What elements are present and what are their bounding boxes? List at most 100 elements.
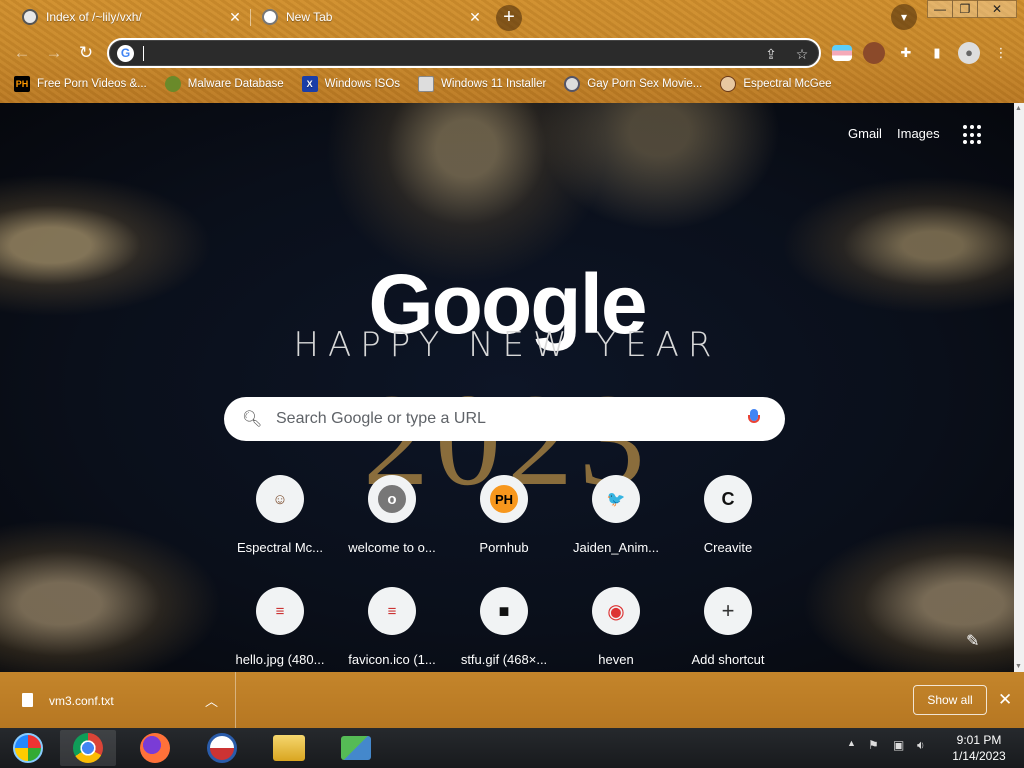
address-input[interactable] [142, 43, 742, 63]
start-button[interactable] [0, 730, 56, 766]
shortcut-favicon: ≡ [256, 587, 304, 635]
shortcut-label: Creavite [703, 540, 753, 555]
bookmark-label: Espectral McGee [743, 78, 832, 90]
shortcut-label: heven [598, 652, 634, 667]
customize-pencil-icon[interactable]: ✎ [966, 631, 979, 651]
network-status-icon[interactable]: ▣ [893, 738, 904, 752]
close-shelf-icon[interactable]: ✕ [998, 690, 1012, 710]
taskbar-firefox[interactable] [127, 730, 183, 766]
bookmark-label: Windows ISOs [324, 78, 401, 90]
reload-icon[interactable]: ↻ [74, 41, 98, 65]
download-item[interactable]: vm3.conf.txt ︿ [0, 672, 236, 728]
bookmark-star-icon[interactable]: ☆ [792, 44, 812, 64]
folder-icon: ■ [480, 587, 528, 635]
bookmark-free-porn-videos[interactable]: PH Free Porn Videos &... [14, 76, 147, 92]
forward-arrow-icon[interactable]: → [42, 41, 66, 65]
network-icon [341, 736, 371, 760]
images-link[interactable]: Images [897, 126, 940, 141]
new-tab-page: Gmail Images 2023 Google HAPPY NEW YEAR … [0, 103, 1014, 672]
microphone-icon[interactable] [748, 409, 760, 429]
taskbar-network-app[interactable] [328, 730, 384, 766]
shortcut-label: stfu.gif (468×... [460, 652, 548, 667]
side-panel-icon[interactable]: ▮ [926, 42, 948, 64]
tab-index-of-lily[interactable]: Index of /~lily/vxh/ ✕ [12, 0, 244, 34]
shortcut-jaiden-animations[interactable]: 🐦 Jaiden_Anim... [560, 475, 672, 587]
shortcut-hello-jpg[interactable]: ≡ hello.jpg (480... [224, 587, 336, 672]
ntp-search-box[interactable]: 🔍︎ Search Google or type a URL [224, 397, 785, 441]
action-center-flag-icon[interactable]: ⚑ [868, 738, 879, 752]
shortcut-welcome[interactable]: o welcome to o... [336, 475, 448, 587]
x-icon: X [301, 76, 318, 92]
text-caret [143, 46, 144, 61]
shortcut-label: Add shortcut [691, 652, 765, 667]
shortcut-label: hello.jpg (480... [235, 652, 325, 667]
search-placeholder: Search Google or type a URL [276, 410, 486, 427]
shortcut-stfu-gif[interactable]: ■ stfu.gif (468×... [448, 587, 560, 672]
gmail-link[interactable]: Gmail [848, 126, 882, 141]
system-clock[interactable]: 9:01 PM 1/14/2023 [942, 732, 1016, 764]
share-icon[interactable]: ⇪ [761, 44, 781, 64]
back-arrow-icon[interactable]: ← [10, 41, 34, 65]
tab-favicon [22, 9, 38, 25]
volume-icon[interactable]: 🔉︎ [917, 738, 925, 753]
extension-avatar-icon[interactable] [863, 42, 885, 64]
chrome-icon [73, 733, 103, 763]
address-bar[interactable]: G ⇪ ☆ [107, 38, 821, 68]
shortcut-favicon-ico[interactable]: ≡ favicon.ico (1... [336, 587, 448, 672]
bookmark-windows-11-installer[interactable]: Windows 11 Installer [418, 76, 546, 92]
tab-separator [250, 9, 251, 26]
vertical-scrollbar[interactable]: ▲ ▼ [1014, 103, 1024, 672]
clock-date: 1/14/2023 [952, 749, 1006, 763]
extensions-puzzle-icon[interactable]: ✚ [895, 42, 917, 64]
minimize-button[interactable]: — [927, 0, 953, 18]
chrome-menu-icon[interactable]: ⋮ [990, 42, 1012, 64]
scroll-down-icon[interactable]: ▼ [1015, 663, 1022, 670]
browser-frame: Index of /~lily/vxh/ ✕ New Tab ✕ + ▾ — ❐… [0, 0, 1024, 103]
profile-avatar-icon[interactable]: ● [958, 42, 980, 64]
google-apps-grid-icon[interactable] [963, 125, 983, 145]
show-hidden-icons[interactable]: ▲ [847, 738, 856, 748]
bookmark-label: Free Porn Videos &... [37, 78, 147, 90]
bookmark-label: Malware Database [187, 78, 284, 90]
bookmark-malware-database[interactable]: Malware Database [164, 76, 284, 92]
doodle-caption: HAPPY NEW YEAR [293, 325, 721, 365]
close-tab-icon[interactable]: ✕ [226, 9, 244, 26]
close-tab-icon[interactable]: ✕ [466, 9, 484, 26]
bookmark-label: Windows 11 Installer [441, 78, 547, 90]
search-icon: 🔍︎ [242, 411, 263, 428]
taskbar-file-explorer[interactable] [261, 730, 317, 766]
obama-logo-icon [207, 733, 237, 763]
bookmark-label: Gay Porn Sex Movie... [587, 78, 703, 90]
shortcut-label: favicon.ico (1... [348, 652, 436, 667]
bookmark-espectral-mcgee[interactable]: Espectral McGee [720, 76, 832, 92]
bookmarks-bar: PH Free Porn Videos &... Malware Databas… [0, 72, 1024, 96]
bookmark-gay-porn-sex-movie[interactable]: Gay Porn Sex Movie... [564, 76, 702, 92]
chevron-up-icon[interactable]: ︿ [205, 691, 218, 710]
tab-title: Index of /~lily/vxh/ [46, 10, 142, 24]
shortcut-pornhub[interactable]: PH Pornhub [448, 475, 560, 587]
restore-button[interactable]: ❐ [952, 0, 978, 18]
new-tab-button[interactable]: + [496, 5, 522, 31]
download-shelf: vm3.conf.txt ︿ Show all ✕ [0, 672, 1024, 728]
bookmark-windows-isos[interactable]: X Windows ISOs [301, 76, 401, 92]
pornhub-icon: PH [14, 76, 30, 92]
shortcut-heven[interactable]: ◉ heven [560, 587, 672, 672]
shortcut-favicon: ☺ [256, 475, 304, 523]
shortcut-creavite[interactable]: C Creavite [672, 475, 784, 587]
avatar-icon [720, 76, 737, 92]
shortcut-favicon: C [704, 475, 752, 523]
shortcut-favicon: 🐦 [592, 475, 640, 523]
taskbar-chrome[interactable] [60, 730, 116, 766]
tab-new-tab[interactable]: New Tab ✕ [252, 0, 484, 34]
show-all-button[interactable]: Show all [913, 685, 987, 715]
shortcut-espectral-mcgee[interactable]: ☺ Espectral Mc... [224, 475, 336, 587]
extension-flag-icon[interactable] [832, 45, 852, 61]
shortcut-favicon: ≡ [368, 587, 416, 635]
tab-search-chevron-icon[interactable]: ▾ [891, 4, 917, 30]
shortcut-label: Pornhub [479, 540, 529, 555]
taskbar-obama-logo[interactable] [194, 730, 250, 766]
scroll-up-icon[interactable]: ▲ [1015, 105, 1022, 112]
close-window-button[interactable]: ✕ [977, 0, 1017, 18]
leaf-icon [164, 76, 181, 92]
add-shortcut[interactable]: + Add shortcut [672, 587, 784, 672]
